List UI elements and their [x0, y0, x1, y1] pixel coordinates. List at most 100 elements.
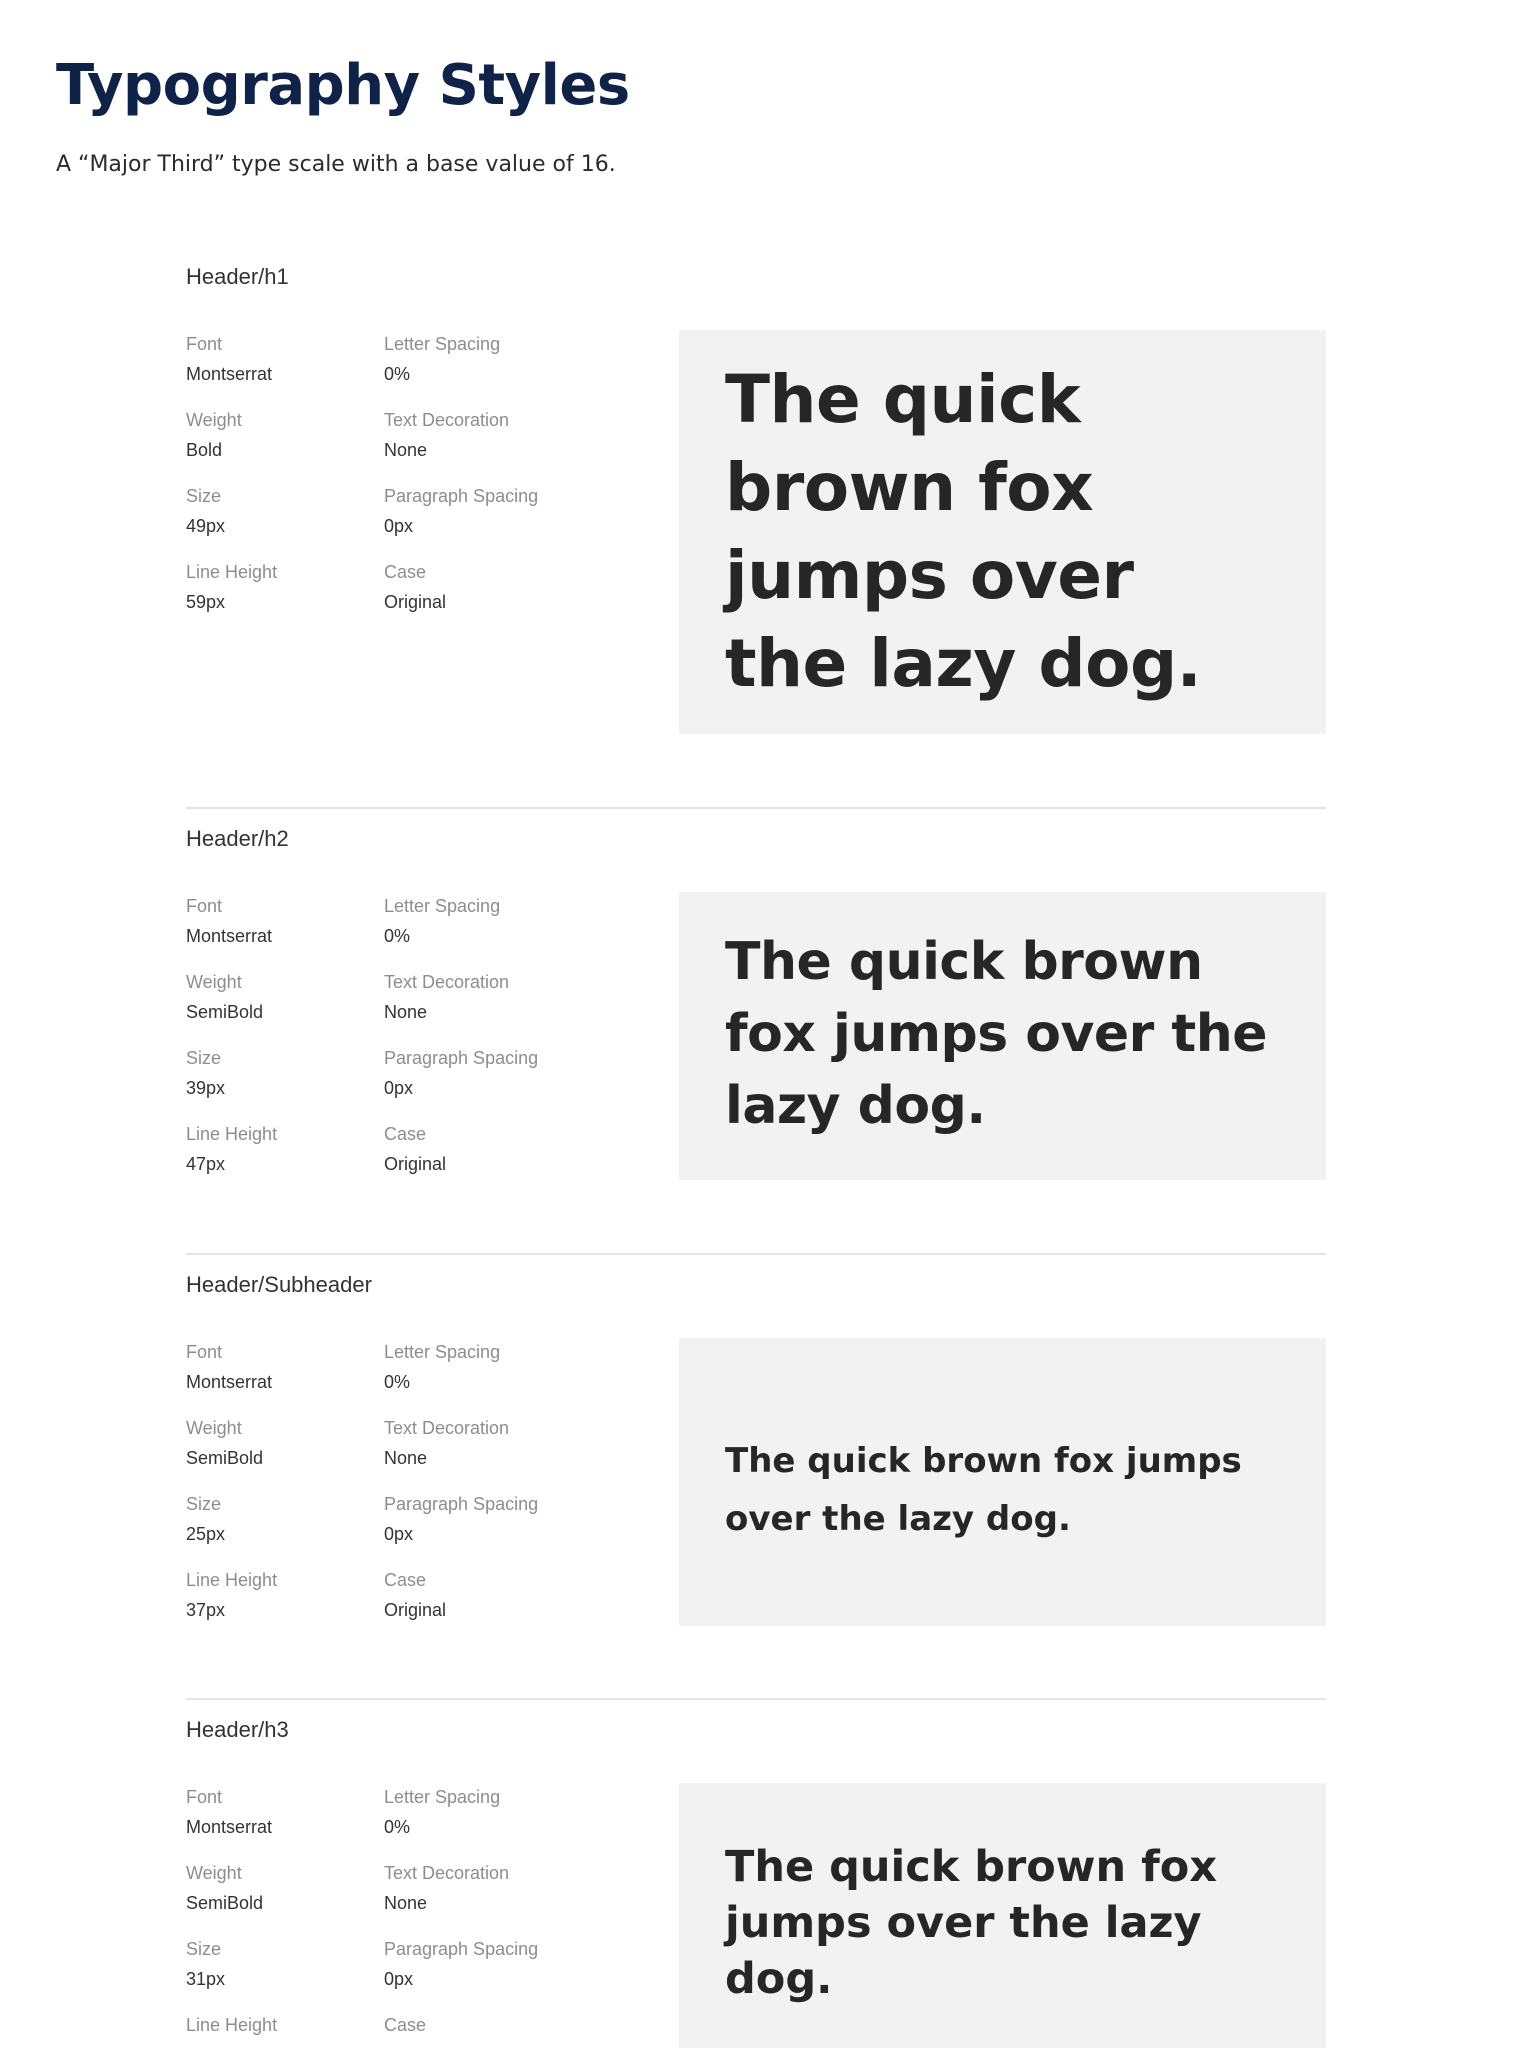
prop-value: 0px [384, 1524, 414, 1544]
prop-font: Font Montserrat [186, 332, 386, 386]
page-title: Typography Styles [56, 53, 630, 118]
prop-value: 59px [186, 592, 226, 612]
prop-label: Case [384, 2015, 427, 2035]
prop-label: Letter Spacing [384, 1342, 501, 1362]
prop-value: 0px [384, 516, 414, 536]
prop-text-decoration: Text Decoration None [384, 970, 584, 1024]
prop-label: Line Height [186, 1124, 278, 1144]
style-section-h3: Header/h3 Font Montserrat Weight SemiBol… [186, 1715, 1326, 2048]
prop-label: Case [384, 1124, 427, 1144]
prop-label: Paragraph Spacing [384, 486, 539, 506]
prop-value: 25px [186, 1524, 226, 1544]
sample-box: The quick brown fox jumps over the lazy … [679, 1783, 1326, 2048]
prop-value: Montserrat [186, 926, 273, 946]
prop-value: None [384, 1002, 428, 1022]
style-section-subheader: Header/Subheader Font Montserrat Weight … [186, 1270, 1326, 1630]
prop-value: 47px [186, 1154, 226, 1174]
prop-weight: Weight SemiBold [186, 1416, 386, 1470]
prop-line-height: Line Height 59px [186, 560, 386, 614]
section-divider [186, 1698, 1326, 1700]
prop-label: Weight [186, 1418, 242, 1438]
prop-label: Size [186, 1494, 222, 1514]
prop-line-height: Line Height 37px [186, 1568, 386, 1622]
prop-paragraph-spacing: Paragraph Spacing 0px [384, 1492, 584, 1546]
prop-value: SemiBold [186, 1002, 264, 1022]
style-section-h1: Header/h1 Font Montserrat Weight Bold Si… [186, 262, 1326, 742]
prop-value: Montserrat [186, 1372, 273, 1392]
prop-value: 0px [384, 1969, 414, 1989]
prop-font: Font Montserrat [186, 1785, 386, 1839]
prop-label: Font [186, 1787, 223, 1807]
prop-label: Text Decoration [384, 1863, 510, 1883]
prop-weight: Weight SemiBold [186, 970, 386, 1024]
prop-case: Case [384, 2013, 584, 2043]
prop-label: Line Height [186, 562, 278, 582]
sample-box: The quick brown fox jumps over the lazy … [679, 330, 1326, 734]
prop-size: Size 25px [186, 1492, 386, 1546]
sample-box: The quick brown fox jumps over the lazy … [679, 1338, 1326, 1626]
prop-value: Montserrat [186, 1817, 273, 1837]
prop-label: Font [186, 334, 223, 354]
prop-label: Case [384, 1570, 427, 1590]
prop-font: Font Montserrat [186, 1340, 386, 1394]
prop-size: Size 31px [186, 1937, 386, 1991]
prop-letter-spacing: Letter Spacing 0% [384, 1785, 584, 1839]
prop-label: Font [186, 896, 223, 916]
sample-text: The quick brown fox jumps over the lazy … [725, 1441, 1242, 1539]
prop-value: Original [384, 1600, 447, 1620]
prop-label: Text Decoration [384, 1418, 510, 1438]
prop-letter-spacing: Letter Spacing 0% [384, 332, 584, 386]
prop-line-height: Line Height 47px [186, 1122, 386, 1176]
prop-value: 31px [186, 1969, 226, 1989]
prop-case: Case Original [384, 1568, 584, 1622]
prop-label: Text Decoration [384, 410, 510, 430]
prop-value: 0% [384, 364, 411, 384]
prop-label: Paragraph Spacing [384, 1939, 539, 1959]
prop-value: 0px [384, 1078, 414, 1098]
prop-label: Weight [186, 1863, 242, 1883]
prop-label: Letter Spacing [384, 1787, 501, 1807]
style-name: Header/h1 [186, 264, 289, 289]
prop-weight: Weight Bold [186, 408, 386, 462]
prop-label: Paragraph Spacing [384, 1494, 539, 1514]
prop-value: 39px [186, 1078, 226, 1098]
prop-value: Bold [186, 440, 223, 460]
prop-value: 49px [186, 516, 226, 536]
prop-label: Letter Spacing [384, 896, 501, 916]
prop-label: Font [186, 1342, 223, 1362]
prop-value: SemiBold [186, 1893, 264, 1913]
prop-value: 37px [186, 1600, 226, 1620]
prop-label: Size [186, 1048, 222, 1068]
sample-text: The quick brown fox jumps over the lazy … [725, 932, 1268, 1136]
prop-label: Size [186, 486, 222, 506]
prop-font: Font Montserrat [186, 894, 386, 948]
prop-letter-spacing: Letter Spacing 0% [384, 894, 584, 948]
prop-label: Weight [186, 972, 242, 992]
prop-label: Text Decoration [384, 972, 510, 992]
prop-line-height: Line Height [186, 2013, 386, 2043]
prop-label: Letter Spacing [384, 334, 501, 354]
sample-text: The quick brown fox jumps over the lazy … [725, 361, 1202, 702]
prop-case: Case Original [384, 560, 584, 614]
sample-text: The quick brown fox jumps over the lazy … [725, 1842, 1218, 2004]
prop-value: None [384, 1893, 428, 1913]
prop-value: 0% [384, 1372, 411, 1392]
section-divider [186, 1253, 1326, 1255]
style-name: Header/h2 [186, 826, 289, 851]
prop-case: Case Original [384, 1122, 584, 1176]
style-name: Header/Subheader [186, 1272, 372, 1297]
prop-paragraph-spacing: Paragraph Spacing 0px [384, 1046, 584, 1100]
prop-paragraph-spacing: Paragraph Spacing 0px [384, 1937, 584, 1991]
prop-value: None [384, 440, 428, 460]
style-name: Header/h3 [186, 1717, 289, 1742]
prop-value: None [384, 1448, 428, 1468]
sample-box: The quick brown fox jumps over the lazy … [679, 892, 1326, 1180]
prop-paragraph-spacing: Paragraph Spacing 0px [384, 484, 584, 538]
prop-value: 0% [384, 926, 411, 946]
prop-text-decoration: Text Decoration None [384, 1861, 584, 1915]
prop-value: Original [384, 592, 447, 612]
prop-value: SemiBold [186, 1448, 264, 1468]
prop-text-decoration: Text Decoration None [384, 408, 584, 462]
prop-size: Size 49px [186, 484, 386, 538]
prop-weight: Weight SemiBold [186, 1861, 386, 1915]
